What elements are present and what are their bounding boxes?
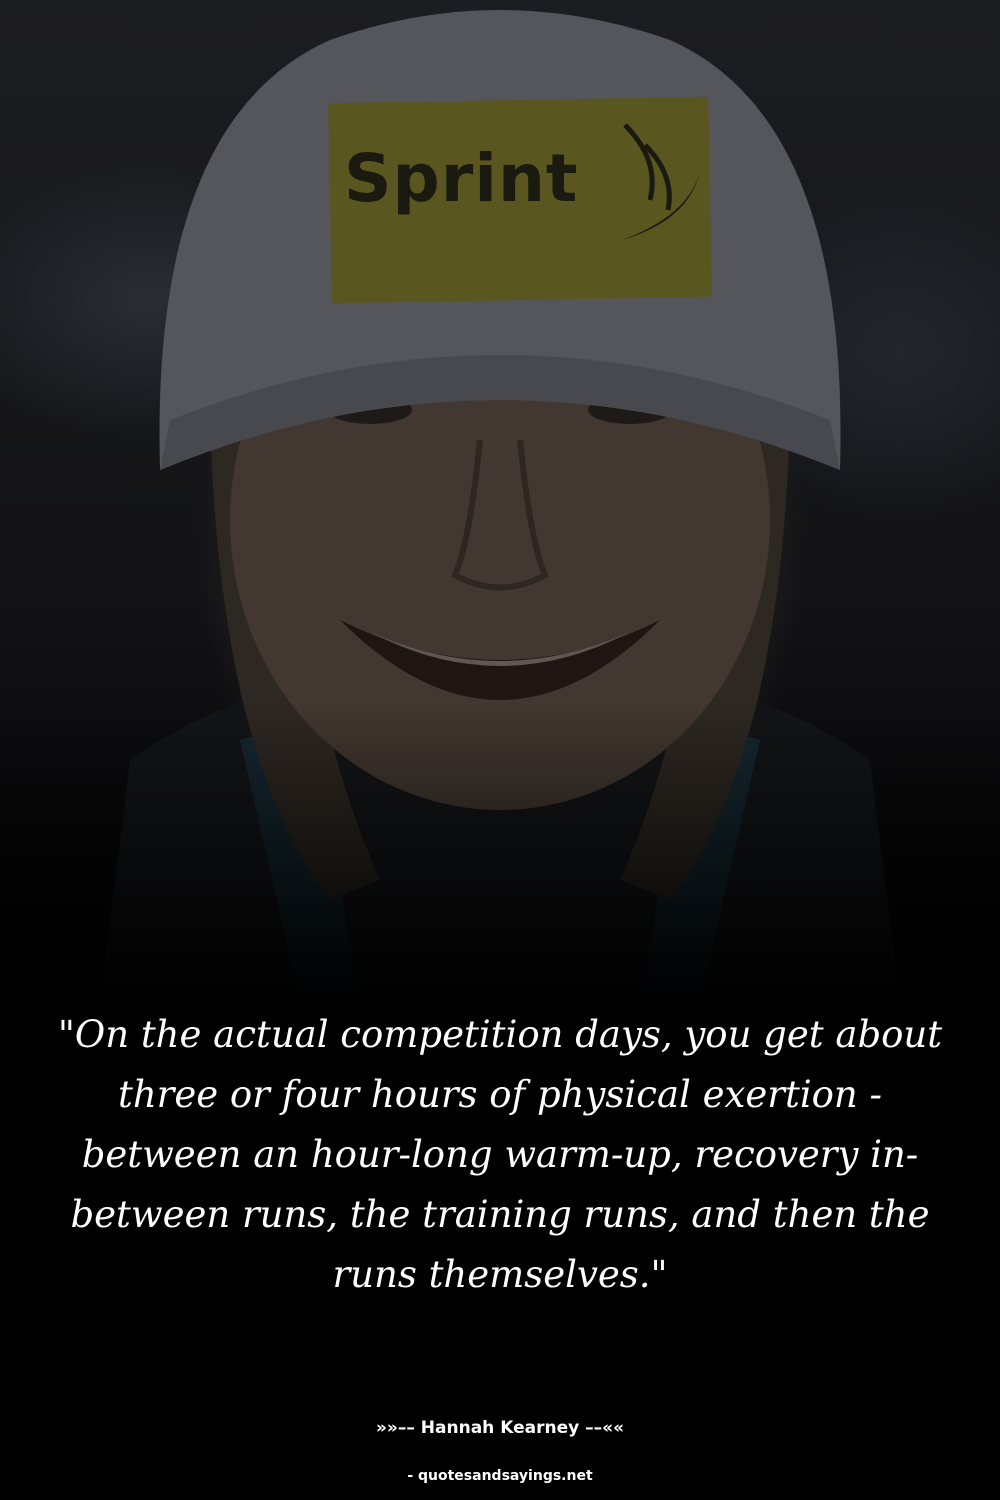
quote-author: »»–– Hannah Kearney ––««	[375, 1418, 625, 1438]
quote-text: "On the actual competition days, you get…	[57, 1013, 943, 1296]
sprint-logo-text: Sprint	[344, 140, 579, 217]
portrait-photo: Sprint	[0, 0, 1000, 1000]
source-credit: - quotesandsayings.net	[407, 1468, 593, 1484]
quote-card: Sprint "On the actual competition days, …	[0, 0, 1000, 1500]
bottom-fade	[0, 700, 1000, 1000]
